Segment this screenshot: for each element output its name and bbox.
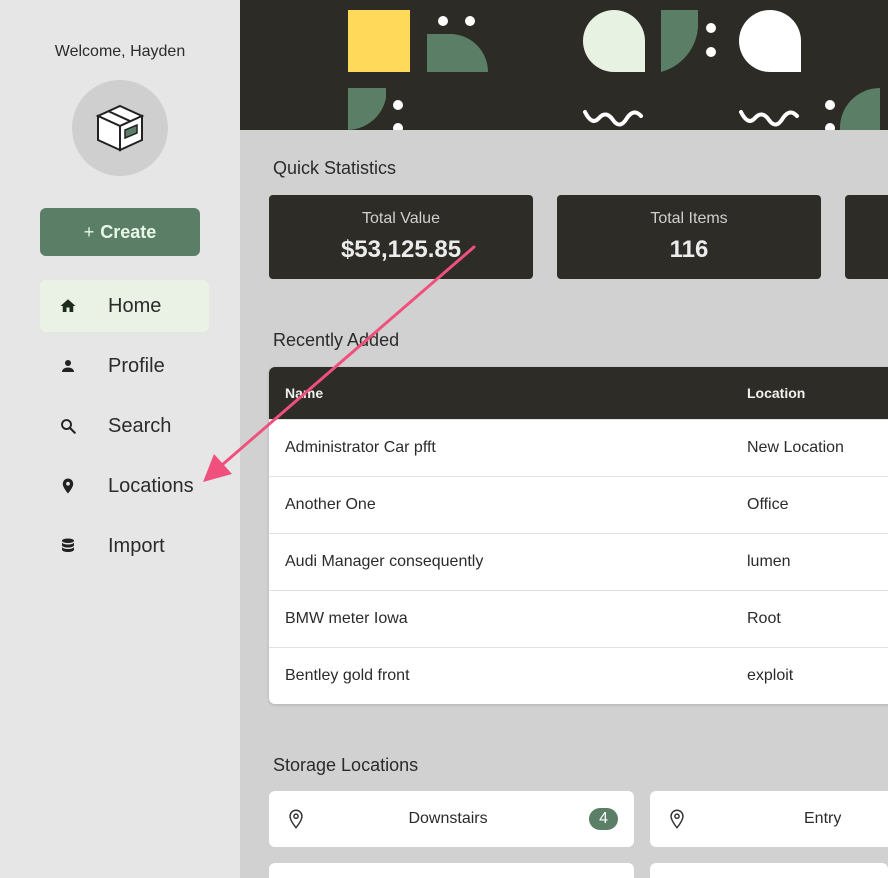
sidebar-item-home[interactable]: Home xyxy=(40,280,209,332)
banner-shapes-icon xyxy=(348,10,880,130)
column-header-location[interactable]: Location xyxy=(747,385,888,401)
stat-card-partial xyxy=(845,195,888,279)
sidebar-nav: Home Profile Search Locations Import xyxy=(40,280,209,580)
cell-name: Bentley gold front xyxy=(285,667,410,684)
decorative-banner xyxy=(240,0,888,130)
person-icon xyxy=(58,356,78,376)
cell-name: BMW meter Iowa xyxy=(285,610,408,627)
cell-location: lumen xyxy=(747,553,791,570)
home-icon xyxy=(58,296,78,316)
sidebar: Welcome, Hayden + Create Home Profile Se… xyxy=(0,0,240,878)
cell-location: New Location xyxy=(747,439,844,456)
map-pin-icon xyxy=(58,476,78,496)
stat-card-total-value: Total Value $53,125.85 xyxy=(269,195,533,279)
cell-name: Another One xyxy=(285,496,376,513)
table-row[interactable]: Administrator Car pfft New Location xyxy=(269,419,888,476)
stat-value: $53,125.85 xyxy=(340,236,462,263)
location-card-partial[interactable] xyxy=(650,863,888,878)
map-pin-outline-icon xyxy=(289,809,303,829)
cell-name: Administrator Car pfft xyxy=(285,439,436,456)
cell-location: Root xyxy=(747,610,781,627)
location-name: Entry xyxy=(804,810,842,827)
location-count-badge: 4 xyxy=(589,808,618,830)
stat-value: 116 xyxy=(669,236,709,263)
table-row[interactable]: Another One Office xyxy=(269,476,888,533)
database-icon xyxy=(58,536,78,556)
column-header-name[interactable]: Name xyxy=(269,385,747,401)
sidebar-item-search[interactable]: Search xyxy=(40,400,209,452)
table-row[interactable]: Audi Manager consequently lumen xyxy=(269,533,888,590)
box-logo-icon xyxy=(95,104,145,152)
table-row[interactable]: Bentley gold front exploit xyxy=(269,647,888,704)
map-pin-outline-icon xyxy=(670,809,684,829)
recently-added-title: Recently Added xyxy=(273,330,400,350)
table-header: Name Location xyxy=(269,367,888,419)
location-card-partial[interactable] xyxy=(269,863,634,878)
plus-icon: + xyxy=(83,221,95,242)
search-icon xyxy=(58,416,78,436)
sidebar-item-label: Import xyxy=(108,534,165,557)
table-row[interactable]: BMW meter Iowa Root xyxy=(269,590,888,647)
quick-statistics-title: Quick Statistics xyxy=(273,158,397,178)
sidebar-item-label: Home xyxy=(108,294,162,317)
location-card-entry[interactable]: Entry xyxy=(650,791,888,847)
sidebar-item-label: Search xyxy=(108,414,172,437)
stat-label: Total Value xyxy=(362,210,440,227)
avatar[interactable] xyxy=(72,80,168,176)
welcome-text: Welcome, Hayden xyxy=(54,43,186,60)
cell-name: Audi Manager consequently xyxy=(285,553,484,570)
sidebar-item-locations[interactable]: Locations xyxy=(40,460,209,512)
sidebar-item-label: Locations xyxy=(108,474,194,497)
cell-location: exploit xyxy=(747,667,794,684)
storage-locations-title: Storage Locations xyxy=(273,755,419,775)
sidebar-item-import[interactable]: Import xyxy=(40,520,209,572)
cell-location: Office xyxy=(747,496,789,513)
recent-items-table: Name Location Administrator Car pfft New… xyxy=(269,367,888,704)
sidebar-item-label: Profile xyxy=(108,354,165,377)
location-card-downstairs[interactable]: Downstairs 4 xyxy=(269,791,634,847)
sidebar-item-profile[interactable]: Profile xyxy=(40,340,209,392)
create-button[interactable]: + Create xyxy=(40,208,200,256)
location-name: Downstairs xyxy=(408,810,488,827)
stat-label: Total Items xyxy=(650,210,728,227)
create-button-label: Create xyxy=(100,221,157,242)
stat-card-total-items: Total Items 116 xyxy=(557,195,821,279)
